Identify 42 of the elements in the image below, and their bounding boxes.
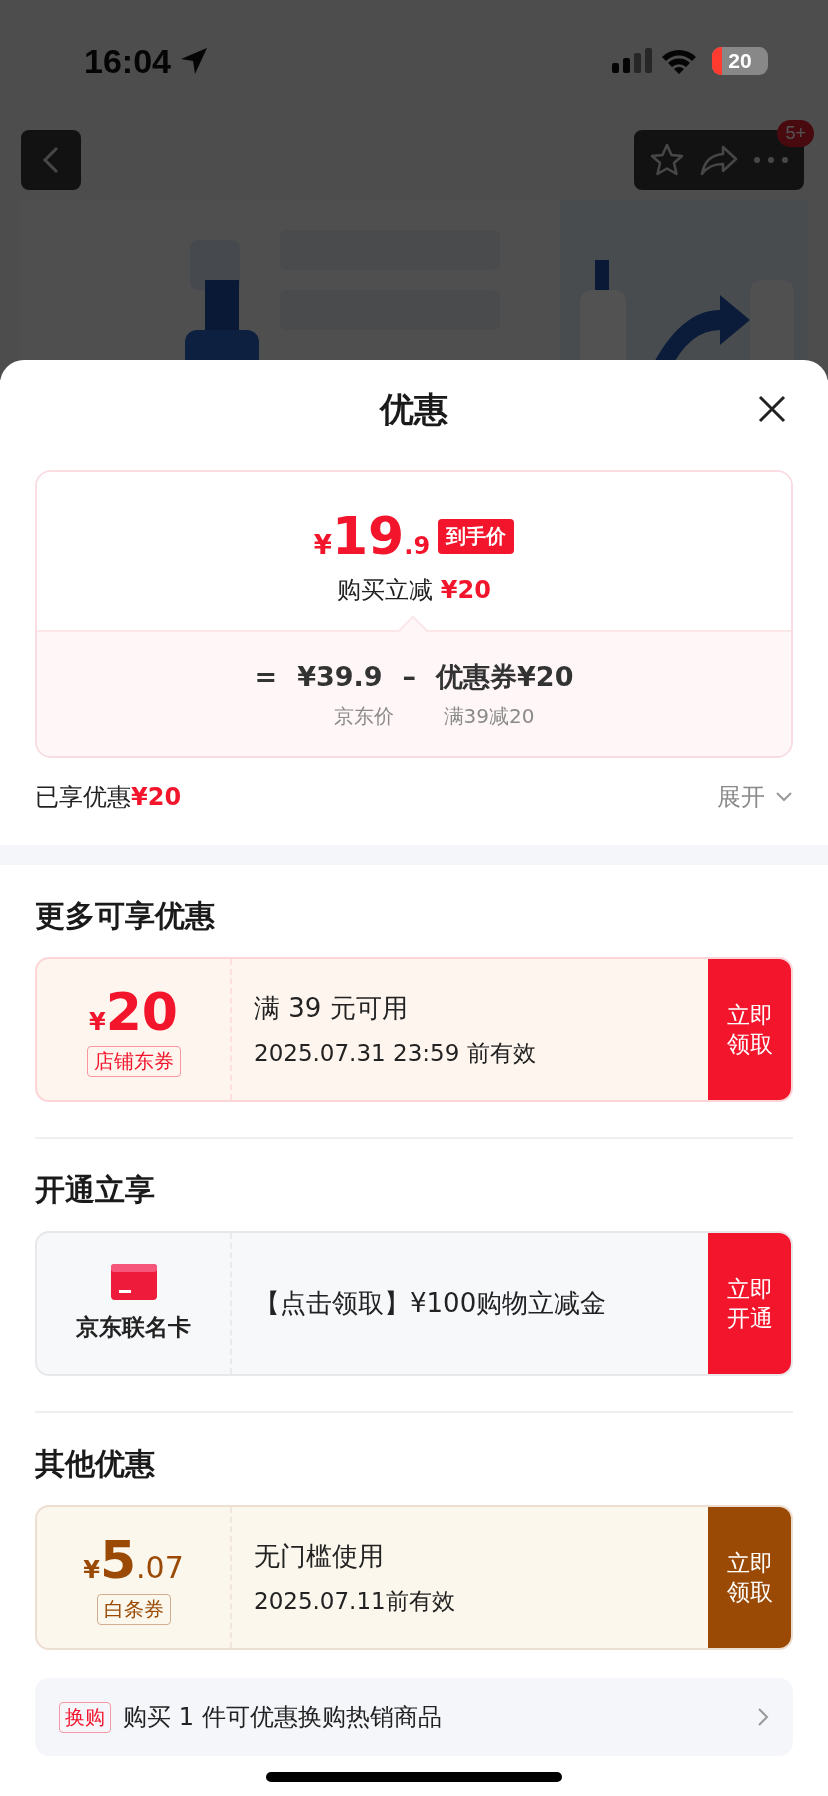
coupon-condition: 无门槛使用 [254, 1539, 385, 1573]
coupon-discount: 优惠券¥20 [436, 659, 574, 694]
notification-badge: 5+ [777, 120, 814, 147]
wifi-icon [660, 47, 698, 75]
coupon-amount: ¥20 [88, 982, 179, 1042]
final-price: ¥19.9 [313, 506, 432, 566]
credit-card-icon [110, 1264, 157, 1300]
section-title: 开通立享 [35, 1171, 156, 1209]
coupon-caption: 满39减20 [443, 702, 535, 730]
coupon-condition: 满 39 元可用 [254, 991, 409, 1025]
price-tag: 到手价 [438, 518, 515, 554]
coupon-type-tag: 店铺东券 [86, 1046, 181, 1077]
sheet-title: 优惠 [380, 388, 448, 431]
section-title: 更多可享优惠 [35, 897, 216, 935]
claim-button[interactable]: 立即开通 [708, 1233, 791, 1374]
section-title: 其他优惠 [35, 1445, 156, 1483]
enjoyed-label: 已享优惠 [35, 781, 131, 813]
exchange-tag: 换购 [59, 1701, 111, 1733]
exchange-row[interactable]: 换购 购买 1 件可优惠换购热销商品 [35, 1678, 793, 1756]
saving-label: 购买立减 [337, 576, 435, 604]
coupon-expiry: 2025.07.11前有效 [254, 1586, 456, 1616]
status-time: 16:04 [84, 41, 171, 81]
claim-button[interactable]: 立即领取 [708, 1507, 791, 1648]
exchange-text: 购买 1 件可优惠换购热销商品 [123, 1702, 443, 1733]
saving-amount: ¥20 [440, 576, 491, 604]
chevron-right-icon [757, 1707, 769, 1727]
expand-button[interactable]: 展开 [717, 780, 793, 813]
equals-sign: = [254, 661, 278, 692]
claim-button[interactable]: 立即领取 [708, 959, 791, 1100]
coupon-expiry: 2025.07.31 23:59 前有效 [254, 1038, 537, 1068]
coupon-amount: ¥5.07 [83, 1530, 184, 1590]
card-name: 京东联名卡 [76, 1313, 191, 1342]
battery-indicator: 20 [712, 47, 768, 75]
base-price: ¥39.9 [297, 661, 383, 692]
coupon-type-tag: 白条券 [96, 1594, 171, 1625]
signal-icon [612, 48, 652, 74]
enjoyed-amount: ¥20 [131, 782, 182, 811]
back-button[interactable] [21, 130, 81, 190]
offer-text: 【点击领取】¥100购物立减金 [254, 1287, 608, 1320]
minus-sign: – [402, 661, 417, 692]
chevron-down-icon [775, 790, 793, 803]
base-price-caption: 京东价 [333, 702, 394, 730]
